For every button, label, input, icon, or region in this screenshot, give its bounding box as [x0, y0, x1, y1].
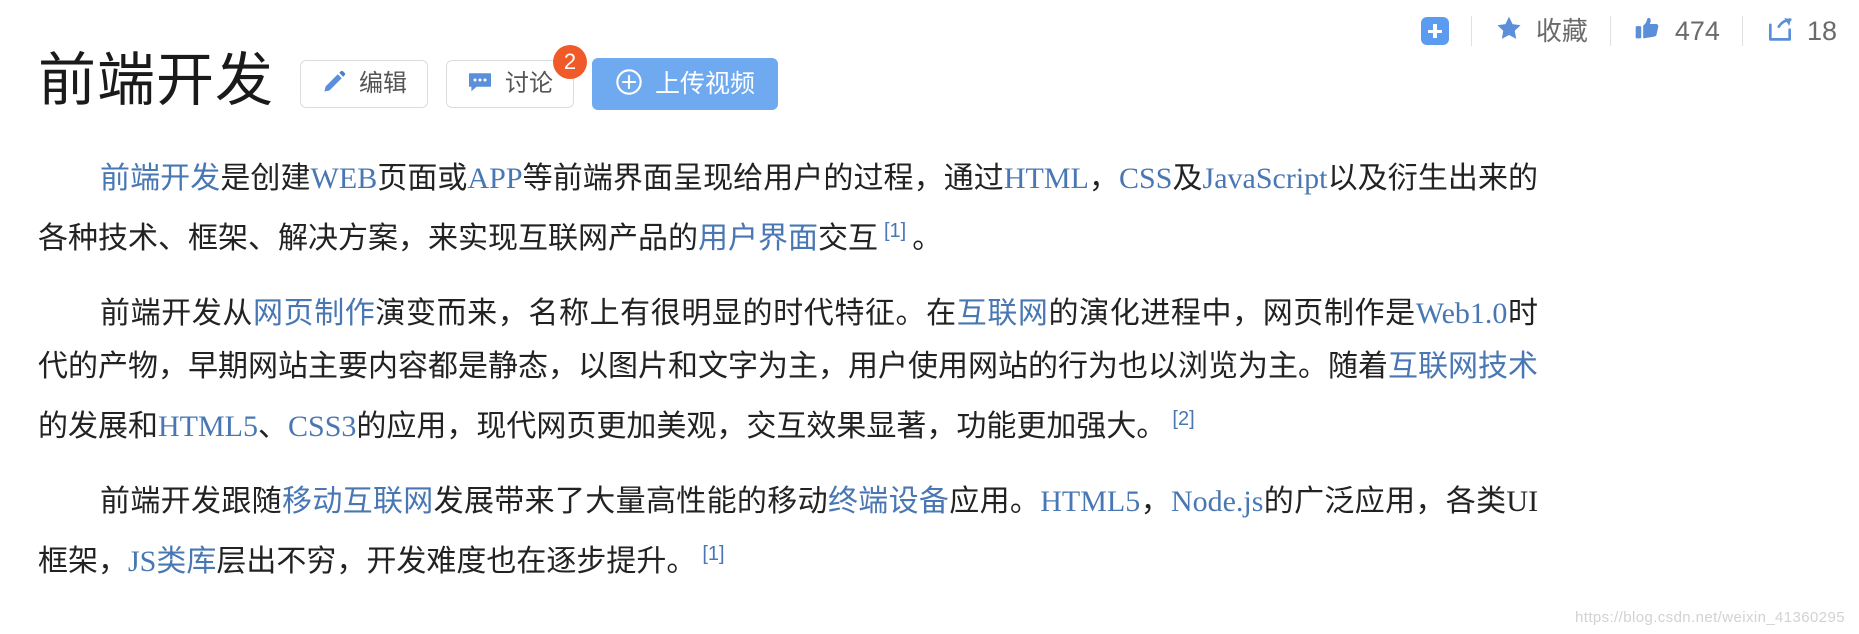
article-text: 的演化进程中，网页制作是: [1048, 297, 1416, 330]
like-count: 474: [1674, 15, 1720, 46]
share-icon: [1765, 14, 1795, 48]
plus-circle-icon: [615, 68, 643, 101]
favorite-button[interactable]: 收藏: [1472, 14, 1610, 48]
upload-video-button[interactable]: 上传视频: [592, 58, 779, 110]
article-text: 的发展和: [38, 410, 158, 443]
article-link[interactable]: Web1.0: [1416, 297, 1508, 330]
article-text: 等前端界面呈现给用户的过程，通过: [522, 162, 1004, 195]
article-text: ，: [1088, 162, 1119, 195]
reference-marker[interactable]: [1]: [702, 543, 724, 565]
entry-header: 前端开发 编辑 讨论 2 上传视频: [38, 45, 779, 116]
article-link[interactable]: WEB: [311, 162, 378, 195]
article-link[interactable]: 前端开发: [100, 162, 220, 195]
article-text: 发展带来了大量高性能的移动: [433, 485, 828, 518]
article-link[interactable]: 终端设备: [828, 485, 949, 518]
paragraph: 前端开发是创建WEB页面或APP等前端界面呈现给用户的过程，通过HTML，CSS…: [38, 152, 1538, 265]
article-link[interactable]: 用户界面: [698, 222, 818, 255]
edit-button-label: 编辑: [359, 70, 408, 97]
reference-marker[interactable]: [2]: [1172, 408, 1194, 430]
add-to-collection-button[interactable]: [1399, 14, 1471, 48]
reference-marker[interactable]: [1]: [884, 220, 906, 242]
article-text: 。: [912, 222, 943, 255]
article-body: 前端开发是创建WEB页面或APP等前端界面呈现给用户的过程，通过HTML，CSS…: [38, 152, 1538, 610]
comment-icon: [467, 70, 493, 99]
article-link[interactable]: CSS3: [288, 410, 356, 443]
share-count: 18: [1806, 15, 1837, 46]
article-link[interactable]: HTML5: [158, 410, 258, 443]
upload-video-button-label: 上传视频: [655, 69, 756, 98]
article-link[interactable]: APP: [468, 162, 523, 195]
article-text: 是创建: [220, 162, 311, 195]
article-text: ，: [1140, 485, 1171, 518]
paragraph: 前端开发从网页制作演变而来，名称上有很明显的时代特征。在互联网的演化进程中，网页…: [38, 287, 1538, 453]
article-link[interactable]: Node.js: [1171, 485, 1264, 518]
article-link[interactable]: JS类库: [128, 545, 216, 578]
article-link[interactable]: 互联网技术: [1388, 350, 1538, 383]
article-text: 演变而来，名称上有很明显的时代特征。在: [375, 297, 957, 330]
article-link[interactable]: HTML5: [1040, 485, 1140, 518]
article-link[interactable]: 互联网: [957, 297, 1049, 330]
discuss-button-label: 讨论: [505, 70, 554, 97]
paragraph: 前端开发跟随移动互联网发展带来了大量高性能的移动终端设备应用。HTML5，Nod…: [38, 475, 1538, 588]
favorite-label: 收藏: [1535, 16, 1588, 46]
discuss-button[interactable]: 讨论 2: [446, 45, 588, 108]
article-text: 交互: [818, 222, 878, 255]
article-text: 、: [258, 410, 288, 443]
article-text: 层出不穷，开发难度也在逐步提升。: [216, 545, 697, 578]
discuss-count-badge: 2: [553, 45, 588, 79]
edit-button[interactable]: 编辑: [300, 60, 429, 108]
share-button[interactable]: 18: [1743, 14, 1859, 48]
article-link[interactable]: HTML: [1004, 162, 1089, 195]
page-title: 前端开发: [38, 48, 275, 113]
article-text: 及: [1172, 162, 1203, 195]
plus-box-icon: [1420, 17, 1449, 45]
article-link[interactable]: 网页制作: [253, 297, 375, 330]
article-link[interactable]: JavaScript: [1203, 162, 1328, 195]
article-text: 页面或: [377, 162, 468, 195]
thumbs-up-icon: [1633, 14, 1663, 48]
like-button[interactable]: 474: [1611, 14, 1742, 48]
article-text: 前端开发跟随: [100, 485, 282, 518]
article-text: 应用。: [949, 485, 1041, 518]
star-icon: [1494, 14, 1524, 48]
article-link[interactable]: 移动互联网: [282, 485, 434, 518]
article-text: 前端开发从: [100, 297, 253, 330]
article-text: 的应用，现代网页更加美观，交互效果显著，功能更加强大。: [356, 410, 1167, 443]
pencil-icon: [321, 69, 347, 100]
watermark: https://blog.csdn.net/weixin_41360295: [1575, 609, 1845, 626]
article-link[interactable]: CSS: [1119, 162, 1172, 195]
page-actions-toolbar: 收藏 474 18: [1399, 8, 1859, 54]
